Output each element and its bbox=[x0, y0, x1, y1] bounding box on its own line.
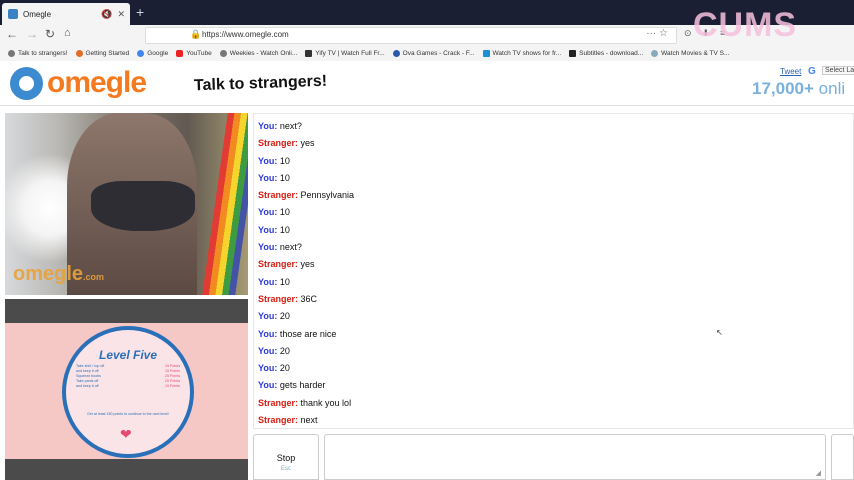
bookmark-item[interactable]: Weekies - Watch Onli... bbox=[219, 49, 297, 57]
level-title: Level Five bbox=[98, 348, 158, 362]
google-translate-icon: G bbox=[808, 66, 816, 77]
new-tab-button[interactable]: + bbox=[136, 4, 144, 20]
chat-message: You: 20 bbox=[258, 311, 290, 322]
chat-message: Stranger: 36C bbox=[258, 293, 318, 304]
chat-message: Stranger: Pennsylvania bbox=[258, 190, 355, 201]
online-count: 17,000+ onli bbox=[752, 79, 846, 98]
chat-message: You: 10 bbox=[258, 224, 290, 235]
rule-row: and keep it off 15 Points bbox=[76, 384, 180, 388]
tab-close-button[interactable]: ✕ bbox=[117, 9, 125, 20]
level-note: Get at least 150 points to continue to t… bbox=[87, 412, 169, 416]
chat-message: You: 10 bbox=[258, 172, 290, 183]
tab-title: Omegle bbox=[23, 9, 52, 19]
home-icon[interactable]: ⌂ bbox=[64, 27, 71, 39]
stop-label: Stop bbox=[276, 453, 296, 463]
chat-message: You: 20 bbox=[258, 345, 290, 356]
send-button[interactable] bbox=[831, 434, 854, 480]
tv-icon bbox=[482, 49, 490, 57]
mouse-cursor-icon: ↖ bbox=[716, 328, 723, 337]
watermark-logo: CUMS bbox=[693, 6, 798, 44]
heart-icon: ❤ bbox=[120, 426, 132, 442]
chat-log: You: next? Stranger: yes You: 10 You: 10… bbox=[253, 113, 854, 429]
forward-arrow-icon[interactable]: → bbox=[26, 27, 38, 41]
stop-shortcut: Esc bbox=[280, 466, 291, 472]
chat-message: You: next? bbox=[258, 121, 302, 131]
bookmark-item[interactable]: Google bbox=[137, 49, 168, 57]
bookmark-item[interactable]: Talk to strangers! bbox=[8, 49, 68, 57]
back-arrow-icon[interactable]: ← bbox=[6, 27, 18, 41]
subtitles-icon bbox=[569, 49, 577, 57]
chat-message: You: next? bbox=[258, 242, 302, 253]
bookmark-icon bbox=[8, 49, 15, 57]
bookmarks-bar: Talk to strangers! Getting Started Googl… bbox=[0, 45, 854, 62]
speaker-muted-icon[interactable]: 🔇 bbox=[101, 9, 112, 20]
omegle-logo-text[interactable]: omegle bbox=[47, 66, 147, 100]
page-actions-icon[interactable]: ··· ☆ bbox=[646, 28, 668, 39]
youtube-icon bbox=[176, 49, 184, 57]
chat-controls: Stop Esc ◢ bbox=[253, 434, 854, 480]
globe-icon bbox=[219, 49, 227, 57]
chat-message: You: 10 bbox=[258, 207, 290, 218]
bookmark-item[interactable]: Ova Games - Crack - F... bbox=[392, 49, 475, 57]
bookmark-item[interactable]: YouTube bbox=[176, 49, 212, 57]
address-bar[interactable]: 🔒 https://www.omegle.com ··· ☆ bbox=[145, 27, 677, 44]
level-rules: Take shirt / top off 15 Points and keep i… bbox=[76, 364, 180, 389]
tab-omegle[interactable]: Omegle 🔇 ✕ bbox=[2, 3, 130, 25]
chat-message: You: 10 bbox=[258, 276, 290, 287]
chat-message: Stranger: yes bbox=[258, 259, 315, 270]
tweet-button[interactable]: Tweet bbox=[780, 67, 801, 76]
chat-message-input[interactable]: ◢ bbox=[324, 434, 826, 480]
bookmark-item[interactable]: Yify TV | Watch Full Fr... bbox=[305, 49, 385, 57]
bookmark-item[interactable]: Watch TV shows for fr... bbox=[482, 49, 561, 57]
chat-message: Stranger: next bbox=[258, 415, 318, 426]
yify-icon bbox=[305, 49, 313, 57]
lock-icon: 🔒 bbox=[190, 29, 202, 39]
language-select[interactable]: Select La bbox=[822, 66, 854, 75]
chat-message: You: gets harder bbox=[258, 380, 326, 391]
stranger-video: omegle.com bbox=[5, 113, 248, 295]
chat-message: You: 20 bbox=[258, 363, 290, 374]
url-text: https://www.omegle.com bbox=[202, 30, 289, 39]
tagline: Talk to strangers! bbox=[193, 72, 328, 95]
reload-icon[interactable]: ↻ bbox=[45, 27, 55, 41]
chat-message: Stranger: thank you lol bbox=[258, 397, 352, 408]
bookmark-item[interactable]: Subtitles - download... bbox=[569, 49, 643, 57]
google-icon bbox=[137, 49, 145, 57]
stop-button[interactable]: Stop Esc bbox=[253, 434, 319, 480]
firefox-icon bbox=[75, 49, 83, 57]
chat-message: Stranger: yes bbox=[258, 138, 315, 149]
chat-message: You: those are nice bbox=[258, 328, 337, 339]
video-watermark: omegle.com bbox=[13, 263, 105, 285]
ova-icon bbox=[392, 49, 400, 57]
level-card: Level Five Take shirt / top off 15 Points… bbox=[62, 326, 194, 458]
bookmark-item[interactable]: Watch Movies & TV S... bbox=[651, 49, 729, 57]
movies-icon bbox=[651, 49, 659, 57]
resize-handle-icon[interactable]: ◢ bbox=[816, 469, 821, 477]
chat-message: You: 10 bbox=[258, 155, 290, 166]
omegle-favicon-icon bbox=[8, 9, 18, 19]
site-header: omegle Talk to strangers! Tweet G Select… bbox=[0, 61, 854, 106]
self-video: Level Five Take shirt / top off 15 Points… bbox=[5, 299, 248, 480]
omegle-logo-icon[interactable] bbox=[10, 67, 43, 100]
bookmark-item[interactable]: Getting Started bbox=[75, 49, 129, 57]
